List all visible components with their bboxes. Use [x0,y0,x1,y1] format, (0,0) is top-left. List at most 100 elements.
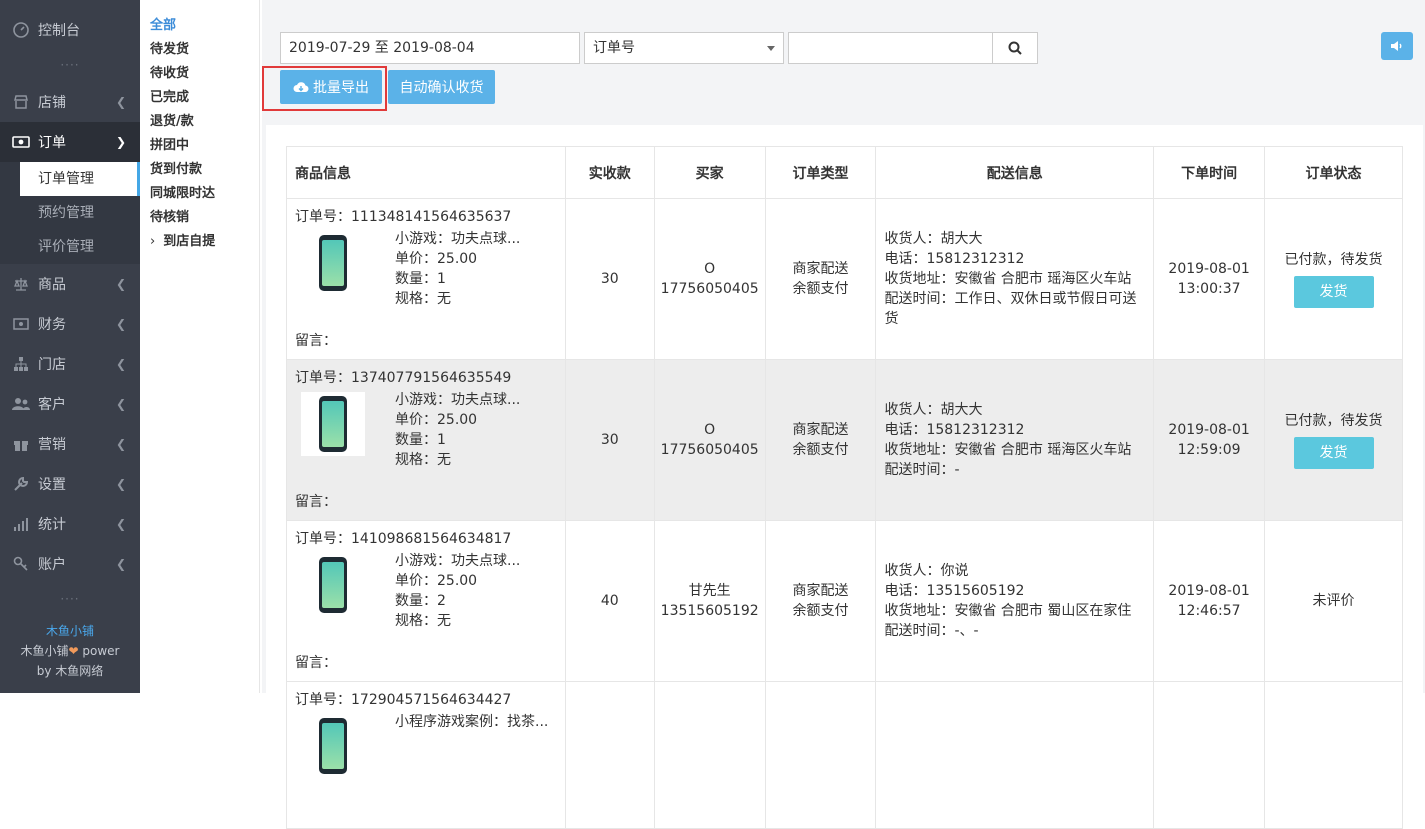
search-button[interactable] [992,32,1038,64]
product-title[interactable]: 小程序游戏案例：找茶... [395,712,548,732]
chart-icon [12,515,30,533]
sidebar-item-stats[interactable]: 统计 ❮ [0,504,140,544]
dashboard-icon [12,21,30,39]
product-price: 单价：25.00 [395,573,478,589]
status-filter-all[interactable]: 全部 [140,14,259,38]
status-filter-done[interactable]: 已完成 [140,86,259,110]
sidebar-item-marketing[interactable]: 营销 ❮ [0,424,140,464]
status-filter-verify[interactable]: 待核销 [140,206,259,230]
order-message: 留言： [295,333,337,349]
submenu-order-manage[interactable]: 订单管理 [20,162,140,196]
status-text: 未评价 [1312,593,1355,609]
bulk-export-button[interactable]: 批量导出 [280,70,382,104]
sidebar-item-goods[interactable]: 商品 ❮ [0,264,140,304]
ship-button[interactable]: 发货 [1293,437,1374,469]
col-delivery: 配送信息 [875,146,1155,199]
submenu-booking-manage[interactable]: 预约管理 [20,196,140,230]
col-buyer: 买家 [653,146,766,199]
status-text: 已付款，待发货 [1284,413,1383,429]
status-filter-same-city[interactable]: 同城限时达 [140,182,259,206]
store-icon [12,93,30,111]
order-number: 订单号：111348141564635637 [295,209,512,225]
order-status-nav: 全部 待发货 待收货 已完成 退货/款 拼团中 货到付款 同城限时达 待核销 ›… [140,0,260,693]
product-spec: 规格：无 [395,452,451,468]
product-price: 单价：25.00 [395,251,478,267]
sidebar-item-label: 营销 [38,437,66,453]
delivery-cell: 收货人：你说 电话：13515605192 收货地址：安徽省 合肥市 蜀山区在家住配… [875,520,1155,682]
order-table: 商品信息 实收款 买家 订单类型 配送信息 下单时间 订单状态 订单号：1113… [286,146,1403,829]
scale-icon [12,275,30,293]
table-row: 订单号：141098681564634817 小游戏：功夫点球... 单价：25… [286,520,1403,682]
order-submenu: 订单管理 预约管理 评价管理 [0,162,140,264]
auto-confirm-receipt-button[interactable]: 自动确认收货 [388,70,495,104]
product-thumbnail[interactable] [301,714,365,778]
status-filter-cod[interactable]: 货到付款 [140,158,259,182]
cloud-download-icon [293,82,309,93]
company-line: by 木鱼网络 [36,664,104,678]
submenu-review-manage[interactable]: 评价管理 [20,230,140,264]
product-title[interactable]: 小游戏：功夫点球... [395,229,520,249]
status-cell: 已付款，待发货 发货 [1264,198,1403,360]
search-input[interactable] [788,32,993,64]
product-thumbnail[interactable] [301,231,365,295]
search-type-select[interactable]: 订单号 [584,32,784,64]
product-qty: 数量：1 [395,432,446,448]
chevron-left-icon: ❮ [115,277,126,291]
col-status: 订单状态 [1264,146,1403,199]
table-row: 订单号：137407791564635549 小游戏：功夫点球... 单价：25… [286,359,1403,521]
sidebar-item-customer[interactable]: 客户 ❮ [0,384,140,424]
chevron-left-icon: ❮ [115,317,126,331]
date-range-input[interactable]: 2019-07-29 至 2019-08-04 [280,32,580,64]
separator-dots: ···· [60,58,80,72]
brand-name[interactable]: 木鱼小铺 [0,621,140,641]
sidebar-item-settings[interactable]: 设置 ❮ [0,464,140,504]
ship-button[interactable]: 发货 [1293,276,1374,308]
buyer-cell: O 17756050405 [653,198,766,360]
chevron-left-icon: ❮ [115,397,126,411]
status-filter-to-ship[interactable]: 待发货 [140,38,259,62]
product-thumbnail[interactable] [301,553,365,617]
search-icon [1008,41,1022,55]
product-spec: 规格：无 [395,613,451,629]
chevron-left-icon: ❮ [115,517,126,531]
sidebar-item-order[interactable]: 订单 ❯ [0,122,140,162]
product-cell: 订单号：137407791564635549 小游戏：功夫点球... 单价：25… [286,359,566,521]
status-filter-group[interactable]: 拼团中 [140,134,259,158]
product-cell: 订单号：111348141564635637 小游戏：功夫点球... 单价：25… [286,198,566,360]
order-table-panel: 商品信息 实收款 买家 订单类型 配送信息 下单时间 订单状态 订单号：1113… [266,125,1423,829]
product-title[interactable]: 小游戏：功夫点球... [395,390,520,410]
sidebar-item-label: 订单 [38,135,66,151]
product-thumbnail[interactable] [301,392,365,456]
order-icon [12,133,30,151]
col-order-time: 下单时间 [1153,146,1266,199]
col-amount: 实收款 [564,146,655,199]
sound-button[interactable] [1381,32,1413,60]
status-filter-refund[interactable]: 退货/款 [140,110,259,134]
toolbar: 2019-07-29 至 2019-08-04 订单号 批量导出 自动确认收货 [262,10,1423,125]
col-order-type: 订单类型 [764,146,877,199]
product-cell: 订单号：141098681564634817 小游戏：功夫点球... 单价：25… [286,520,566,682]
order-type-cell: 商家配送 余额支付 [764,520,877,682]
sidebar-item-label: 财务 [38,317,66,333]
order-number: 订单号：137407791564635549 [295,370,512,386]
sidebar-item-label: 店铺 [38,95,66,111]
sidebar-item-finance[interactable]: 财务 ❮ [0,304,140,344]
table-row: 订单号：172904571564634427 小程序游戏案例：找茶... [286,681,1403,829]
chevron-left-icon: ❮ [115,95,126,109]
order-number: 订单号：141098681564634817 [295,531,512,547]
status-filter-to-receive[interactable]: 待收货 [140,62,259,86]
chevron-left-icon: ❮ [115,477,126,491]
sidebar-item-shop[interactable]: 门店 ❮ [0,344,140,384]
sidebar-item-dashboard[interactable]: 控制台 [0,0,140,60]
main-area: 2019-07-29 至 2019-08-04 订单号 批量导出 自动确认收货 … [262,0,1425,829]
sidebar-item-account[interactable]: 账户 ❮ [0,544,140,584]
product-title[interactable]: 小游戏：功夫点球... [395,551,520,571]
delivery-cell: 收货人：胡大大 电话：15812312312 收货地址：安徽省 合肥市 瑶海区火车站… [875,198,1155,360]
product-qty: 数量：2 [395,593,446,609]
sidebar-item-store[interactable]: 店铺 ❮ [0,82,140,122]
separator-dots: ···· [60,592,80,606]
status-filter-pickup[interactable]: › 到店自提 [140,230,259,254]
sidebar: 控制台 ···· 店铺 ❮ 订单 ❯ 订单管理 预约管理 评价管理 商品 ❮ 财… [0,0,140,693]
order-type-cell: 商家配送 余额支付 [764,198,877,360]
delivery-cell: 收货人：胡大大 电话：15812312312 收货地址：安徽省 合肥市 瑶海区火车站… [875,359,1155,521]
